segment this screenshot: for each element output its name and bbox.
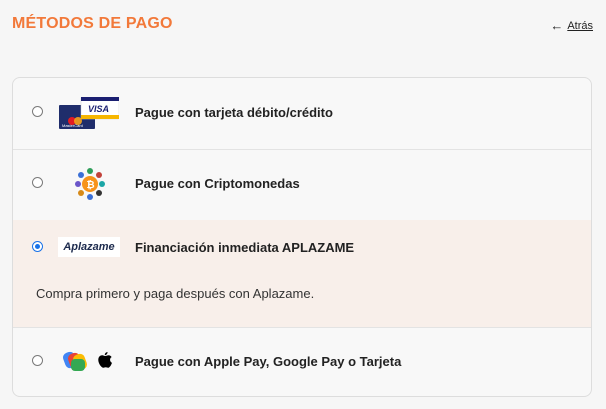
radio-crypto[interactable] xyxy=(32,177,43,188)
back-link[interactable]: ← Atrás xyxy=(550,19,593,32)
apple-icon xyxy=(98,352,112,368)
radio-card[interactable] xyxy=(32,106,43,117)
cryptocurrency-icon: ₿ xyxy=(75,168,105,200)
radio-wallets[interactable] xyxy=(32,355,43,366)
aplazame-logo: Aplazame xyxy=(58,237,120,257)
payment-option-crypto[interactable]: ₿ Pague con Criptomonedas xyxy=(13,149,591,221)
payment-option-wallets[interactable]: Pague con Apple Pay, Google Pay o Tarjet… xyxy=(13,327,591,396)
option-description-aplazame: Compra primero y paga después con Aplaza… xyxy=(36,286,315,301)
option-label-card: Pague con tarjeta débito/crédito xyxy=(135,105,333,120)
payment-option-aplazame[interactable]: Aplazame Financiación inmediata APLAZAME… xyxy=(13,220,591,328)
page-title: MÉTODOS DE PAGO xyxy=(12,15,173,32)
option-label-crypto: Pague con Criptomonedas xyxy=(135,176,300,191)
svg-text:₿: ₿ xyxy=(87,179,95,191)
option-label-wallets: Pague con Apple Pay, Google Pay o Tarjet… xyxy=(135,354,402,369)
radio-aplazame[interactable] xyxy=(32,241,43,252)
payment-option-card[interactable]: MasterCard VISA Pague con tarjeta débito… xyxy=(13,78,591,150)
visa-text: VISA xyxy=(88,104,109,114)
payment-methods-list: MasterCard VISA Pague con tarjeta débito… xyxy=(12,77,592,397)
mastercard-text: MasterCard xyxy=(62,123,83,128)
credit-card-logos-icon: MasterCard VISA xyxy=(59,97,119,129)
back-label: Atrás xyxy=(567,19,593,32)
google-pay-icon xyxy=(63,351,87,371)
option-label-aplazame: Financiación inmediata APLAZAME xyxy=(135,240,355,255)
arrow-left-icon: ← xyxy=(550,18,564,33)
